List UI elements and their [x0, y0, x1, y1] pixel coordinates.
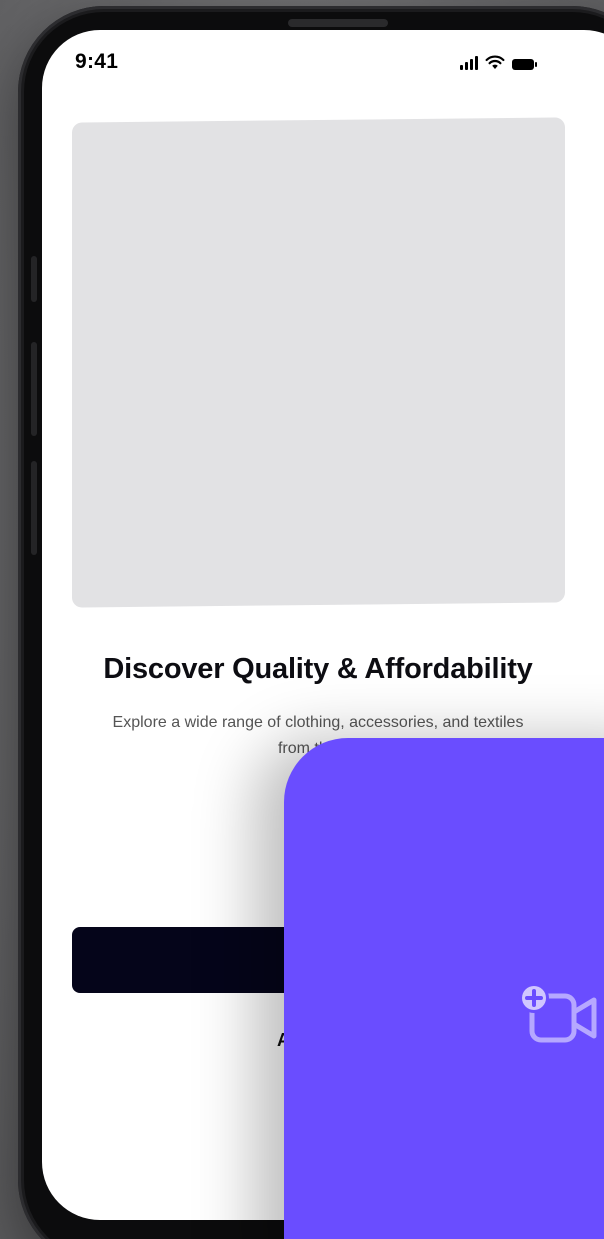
- status-time: 9:41: [75, 50, 119, 73]
- volume-up-button: [31, 342, 37, 436]
- wifi-icon: [485, 55, 505, 69]
- screenshot-stage: 9:41 Discover Quality & Affordability Ex…: [0, 0, 604, 1239]
- phone-speaker: [288, 19, 388, 27]
- mute-switch: [31, 256, 37, 302]
- onboarding-title: Discover Quality & Affordability: [103, 653, 533, 685]
- battery-icon: [512, 59, 537, 70]
- hero-image-placeholder: [72, 117, 565, 608]
- volume-down-button: [31, 461, 37, 555]
- cellular-signal-icon: [460, 56, 478, 70]
- video-add-icon[interactable]: [514, 978, 604, 1048]
- video-overlay-card[interactable]: [284, 738, 604, 1239]
- status-icons: [460, 54, 537, 70]
